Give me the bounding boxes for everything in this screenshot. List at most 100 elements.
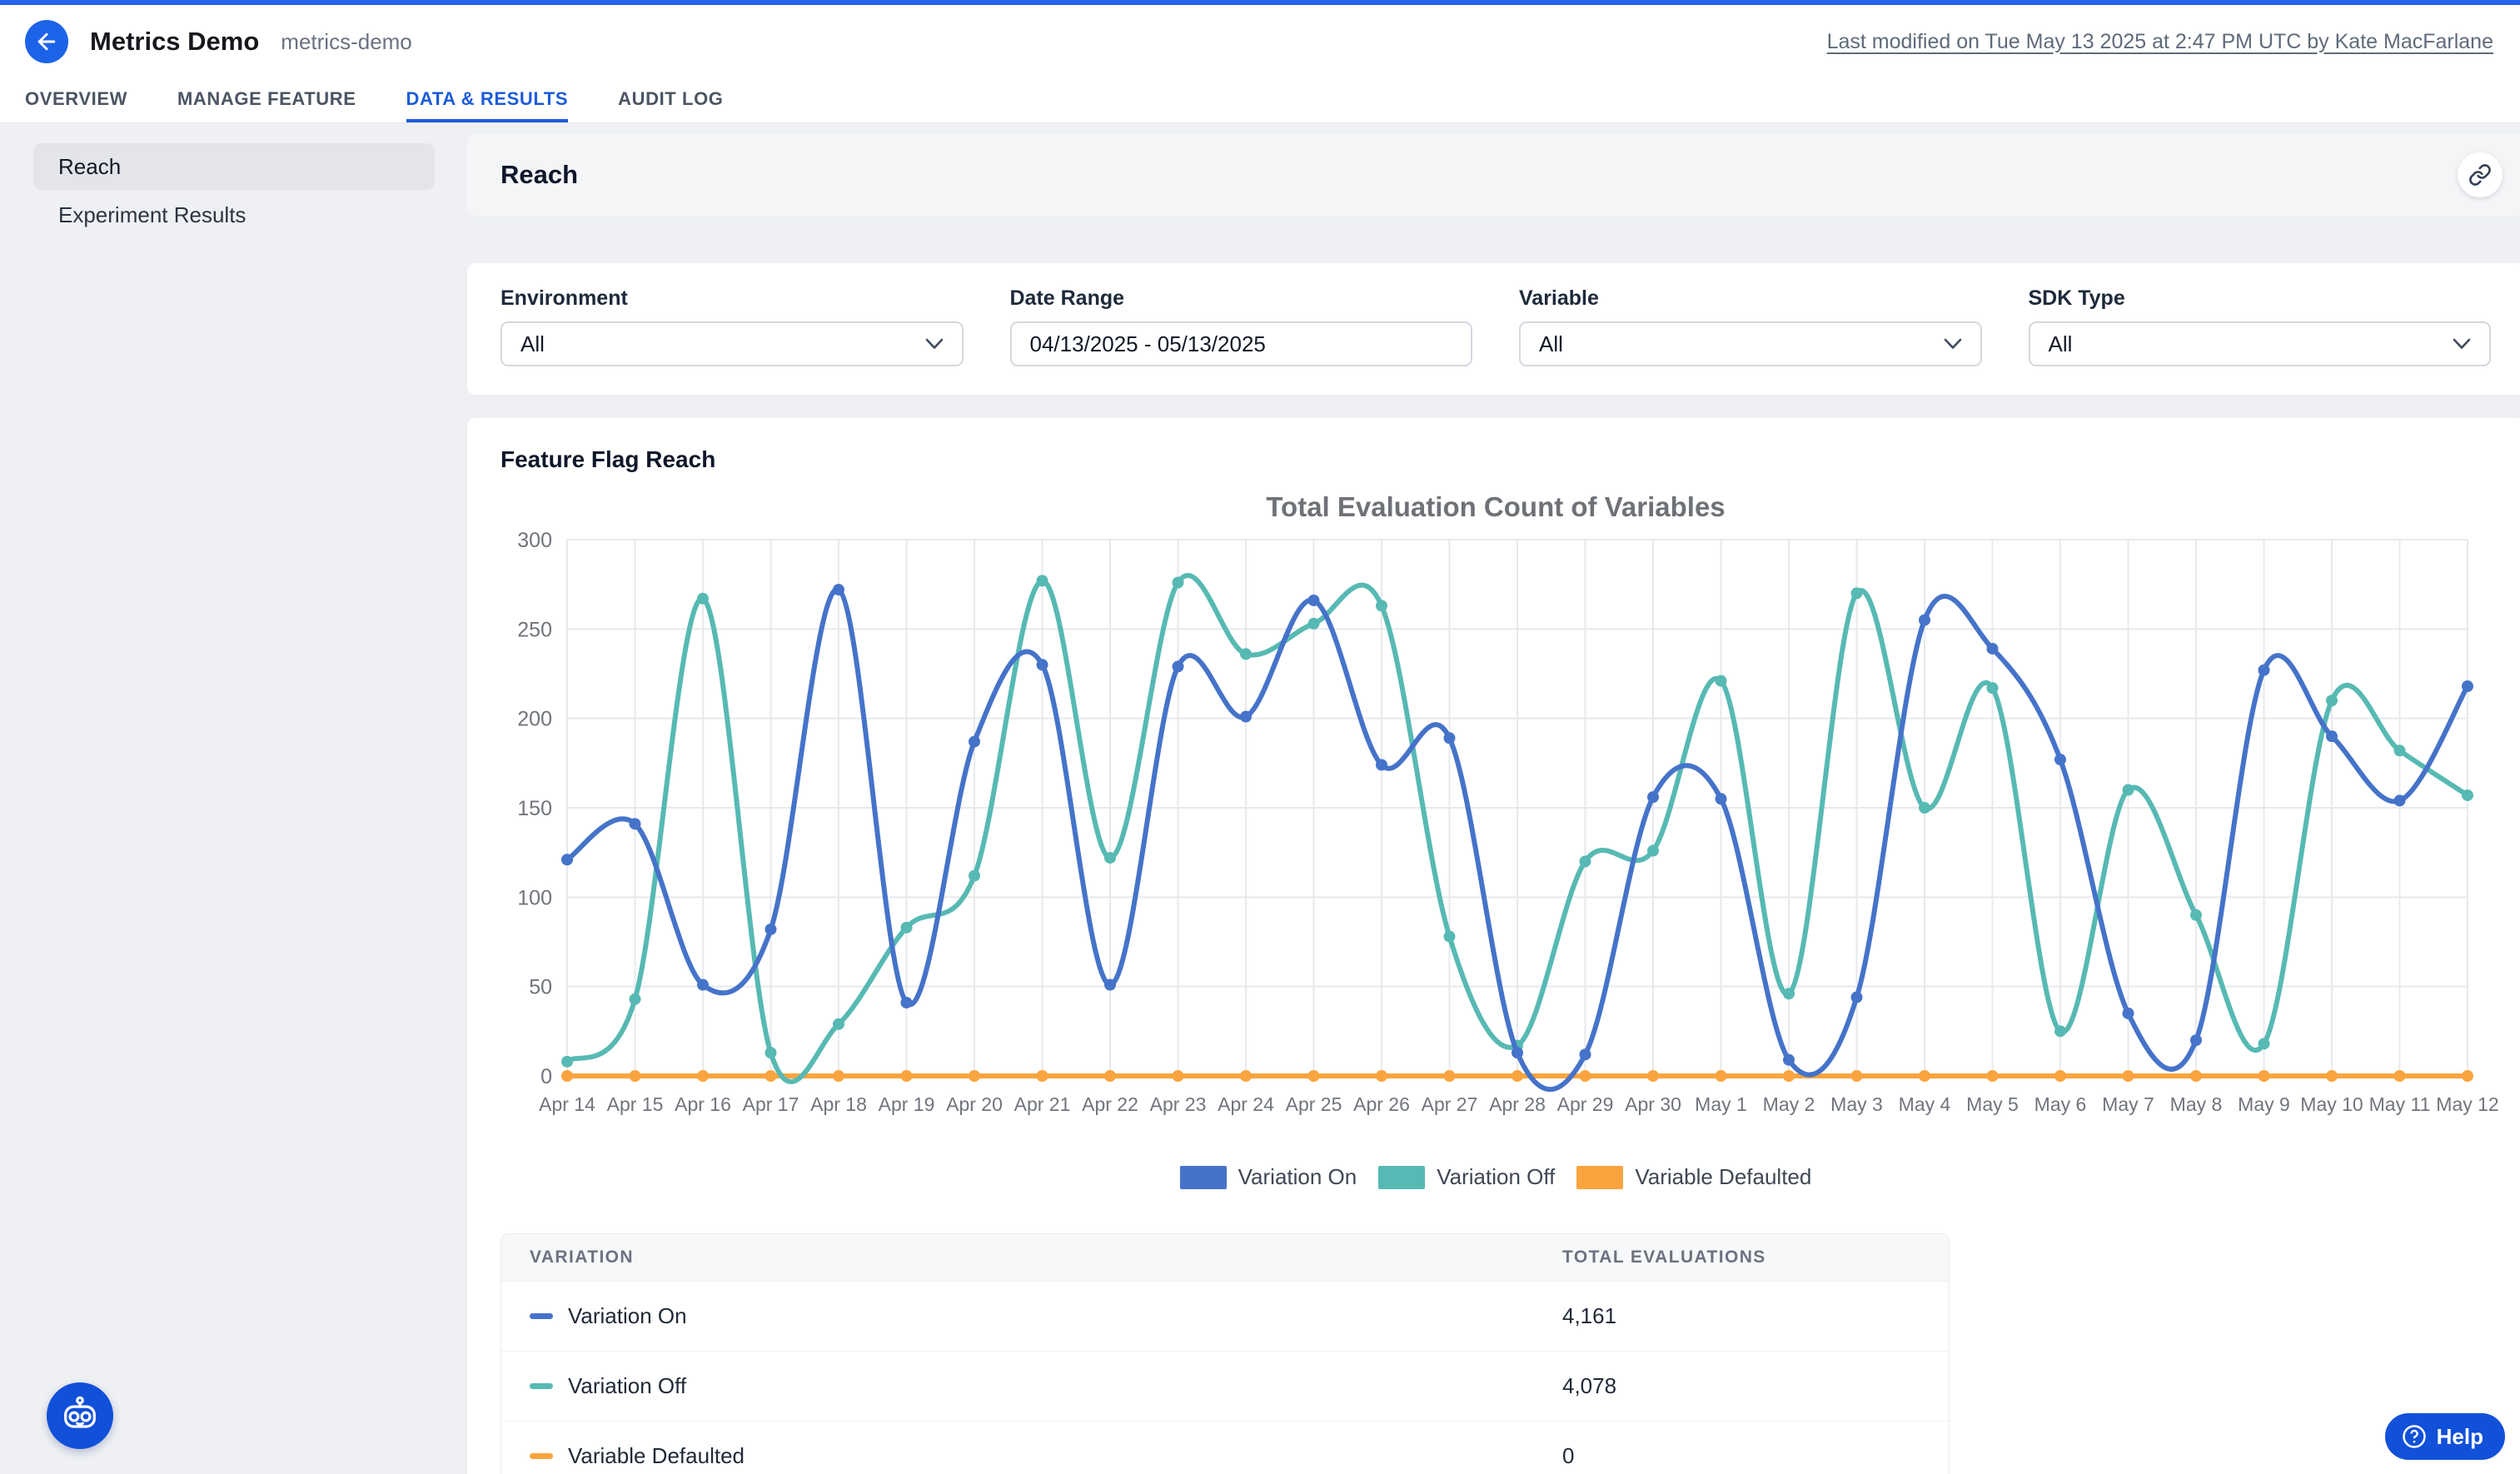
sidebar-item-reach[interactable]: Reach [33,143,435,190]
section-title: Reach [501,160,578,190]
svg-text:Apr 19: Apr 19 [879,1093,935,1115]
svg-text:50: 50 [529,976,552,999]
filter-label-date-range: Date Range [1010,286,1473,311]
reach-chart-card: Feature Flag Reach Total Evaluation Coun… [467,418,2520,1474]
svg-text:May 9: May 9 [2238,1093,2290,1115]
sidebar-item-experiment-results[interactable]: Experiment Results [33,192,435,238]
table-row-variation-off: Variation Off4,078 [501,1351,1949,1421]
environment-select[interactable]: All [501,321,964,366]
total-evaluations-value: 0 [1562,1443,1949,1469]
variation-name: Variation Off [568,1373,686,1399]
reach-line-chart: 050100150200250300Apr 14Apr 15Apr 16Apr … [501,526,2491,1159]
app-header: Metrics Demo metrics-demo Last modified … [0,5,2520,78]
variation-name: Variable Defaulted [568,1443,745,1469]
page-content: ReachExperiment Results Reach Environmen… [0,123,2520,1474]
series-color-dash [530,1383,553,1389]
svg-text:200: 200 [517,708,552,731]
svg-text:Apr 18: Apr 18 [810,1093,867,1115]
svg-text:Apr 24: Apr 24 [1218,1093,1274,1115]
tab-audit-log[interactable]: AUDIT LOG [618,78,723,122]
legend-swatch-variation-on [1180,1166,1227,1189]
total-evaluations-value: 4,161 [1562,1303,1949,1329]
svg-text:May 10: May 10 [2300,1093,2363,1115]
page-title: Metrics Demo [90,27,259,57]
chevron-down-icon [925,338,944,350]
filter-value-sdk-type: All [2049,331,2453,357]
chart-legend: Variation On Variation Off Variable Defaul… [501,1164,2491,1190]
back-button[interactable] [25,20,68,63]
svg-text:Apr 27: Apr 27 [1422,1093,1478,1115]
svg-text:Apr 30: Apr 30 [1625,1093,1681,1115]
row-label: Variation On [530,1303,1562,1329]
section-header-card: Reach [467,133,2520,217]
table-row-variation-on: Variation On 4,161 [501,1281,1949,1351]
svg-text:Apr 14: Apr 14 [539,1093,595,1115]
series-color-dash [530,1453,553,1459]
arrow-left-icon [34,29,59,54]
robot-icon [58,1394,102,1437]
question-circle-icon [2402,1424,2427,1449]
date-range-input[interactable]: 04/13/2025 - 05/13/2025 [1010,321,1473,366]
svg-text:Apr 16: Apr 16 [675,1093,731,1115]
svg-text:150: 150 [517,797,552,820]
link-icon [2468,163,2492,187]
svg-text:Apr 15: Apr 15 [607,1093,664,1115]
feature-key: metrics-demo [281,29,411,55]
filter-label-environment: Environment [501,286,964,311]
filter-date-range: Date Range 04/13/2025 - 05/13/2025 [1010,286,1473,366]
legend-swatch-variation-off [1378,1166,1425,1189]
filter-variable: Variable All [1519,286,1982,366]
legend-item-variable-defaulted[interactable]: Variable Defaulted [1576,1164,1811,1190]
legend-label-variable-defaulted: Variable Defaulted [1635,1164,1811,1190]
svg-text:Apr 26: Apr 26 [1353,1093,1410,1115]
col-header-variation: VARIATION [530,1247,1562,1267]
filter-label-sdk-type: SDK Type [2029,286,2492,311]
variable-select[interactable]: All [1519,321,1982,366]
copy-link-button[interactable] [2458,152,2503,197]
svg-text:May 12: May 12 [2436,1093,2498,1115]
svg-text:May 6: May 6 [2034,1093,2087,1115]
chart-title: Total Evaluation Count of Variables [501,491,2491,523]
legend-item-variation-off[interactable]: Variation Off [1378,1164,1555,1190]
help-button[interactable]: Help [2385,1413,2505,1460]
variation-table: VARIATION TOTAL EVALUATIONS Variation On… [501,1233,1950,1474]
legend-label-variation-on: Variation On [1238,1164,1357,1190]
svg-text:250: 250 [517,618,552,641]
legend-swatch-variable-defaulted [1576,1166,1623,1189]
legend-item-variation-on[interactable]: Variation On [1180,1164,1357,1190]
tab-manage-feature[interactable]: MANAGE FEATURE [177,78,356,122]
col-header-total-evaluations: TOTAL EVALUATIONS [1562,1247,1949,1267]
svg-text:Apr 23: Apr 23 [1150,1093,1207,1115]
svg-text:May 8: May 8 [2170,1093,2223,1115]
chevron-down-icon [2453,338,2471,350]
svg-text:300: 300 [517,529,552,552]
feature-tabs: OVERVIEW MANAGE FEATURE DATA & RESULTS AUDI… [0,78,2520,123]
chart-card-title: Feature Flag Reach [501,446,2491,473]
svg-text:May 5: May 5 [1966,1093,2019,1115]
assistant-bot-button[interactable] [47,1382,113,1449]
results-sidebar: ReachExperiment Results [33,133,435,240]
filter-sdk-type: SDK Type All [2029,286,2492,366]
svg-text:Apr 20: Apr 20 [946,1093,1003,1115]
table-row-variable-defaulted: Variable Defaulted 0 [501,1421,1949,1474]
svg-text:Apr 22: Apr 22 [1082,1093,1138,1115]
last-modified-link[interactable]: Last modified on Tue May 13 2025 at 2:47… [1827,30,2493,54]
filters-card: Environment All Date Range 04/13/2025 - 05/… [467,263,2520,395]
chart-area: 050100150200250300Apr 14Apr 15Apr 16Apr … [501,526,2491,1159]
filter-value-variable: All [1539,331,1944,357]
filter-label-variable: Variable [1519,286,1982,311]
filter-value-date-range: 04/13/2025 - 05/13/2025 [1030,331,1453,357]
variation-name: Variation On [568,1303,687,1329]
filter-value-environment: All [520,331,925,357]
legend-label-variation-off: Variation Off [1437,1164,1555,1190]
sdk-type-select[interactable]: All [2029,321,2492,366]
svg-text:May 11: May 11 [2369,1093,2431,1115]
svg-text:0: 0 [540,1065,552,1088]
svg-text:Apr 29: Apr 29 [1557,1093,1614,1115]
svg-text:Apr 17: Apr 17 [743,1093,799,1115]
svg-text:Apr 28: Apr 28 [1489,1093,1546,1115]
svg-text:May 3: May 3 [1830,1093,1883,1115]
table-header: VARIATION TOTAL EVALUATIONS [501,1234,1949,1281]
tab-overview[interactable]: OVERVIEW [25,78,127,122]
tab-data-results[interactable]: DATA & RESULTS [406,78,569,122]
